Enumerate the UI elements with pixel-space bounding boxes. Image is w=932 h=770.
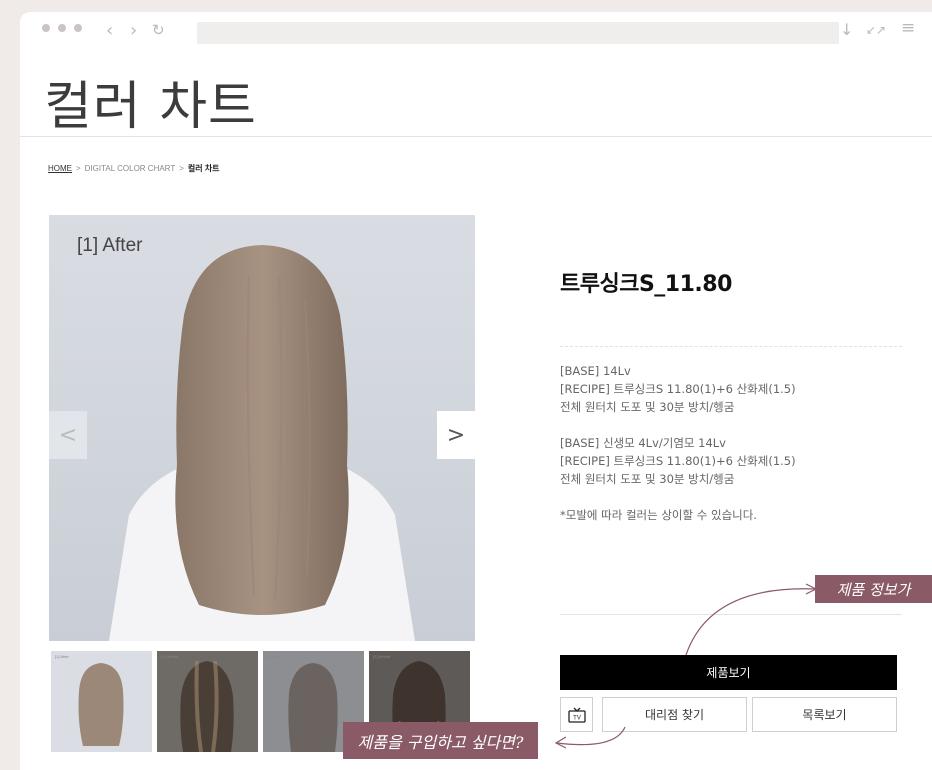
button-divider	[560, 614, 902, 615]
back-arrow-icon[interactable]: ‹	[106, 20, 113, 41]
browser-window: ‹ › ↻ ↓ ↙↗ ≡ 컬러 차트 HOME > DIGITAL COLOR …	[20, 12, 932, 770]
tv-button[interactable]: TV	[560, 697, 593, 732]
thumbnail-image	[78, 663, 124, 746]
description-divider	[560, 346, 902, 347]
recipe-process: 전체 원터치 도포 및 30분 방치/헹굼	[560, 400, 735, 414]
product-name: 트루싱크S_11.80	[560, 272, 732, 297]
recipe-formula: [RECIPE] 트루싱크S 11.80(1)+6 산화제(1.5)	[560, 382, 796, 396]
chevron-left-icon: <	[58, 422, 78, 448]
thumbnail-label: [1] Before	[161, 654, 179, 659]
breadcrumb-separator: >	[76, 164, 81, 173]
find-store-button[interactable]: 대리점 찾기	[602, 697, 747, 732]
thumbnail-label: [2] Before	[373, 654, 391, 659]
page-title: 컬러 차트	[44, 77, 257, 137]
thumbnail-label: [2] After	[267, 654, 281, 659]
chevron-right-icon: >	[446, 422, 466, 448]
svg-text:TV: TV	[573, 715, 581, 721]
thumbnail-image	[180, 660, 234, 752]
list-button[interactable]: 목록보기	[752, 697, 897, 732]
thumbnail[interactable]: [1] After	[51, 651, 152, 752]
prev-slide-button[interactable]: <	[49, 411, 87, 459]
thumbnail-label: [1] After	[55, 654, 69, 659]
recipe-base: [BASE] 신생모 4Lv/기염모 14Lv	[560, 436, 726, 450]
window-dot[interactable]	[74, 24, 82, 32]
tv-icon: TV	[567, 707, 586, 723]
view-product-button[interactable]: 제품보기	[560, 655, 897, 690]
window-dot[interactable]	[58, 24, 66, 32]
recipe-base: [BASE] 14Lv	[560, 364, 631, 378]
breadcrumb-current: 컬러 차트	[187, 164, 220, 173]
download-icon[interactable]: ↓	[840, 20, 853, 39]
window-controls	[42, 24, 82, 32]
breadcrumb-separator: >	[179, 164, 184, 173]
photo-label: [1] After	[77, 235, 143, 256]
menu-icon[interactable]: ≡	[901, 18, 915, 38]
breadcrumb-section[interactable]: DIGITAL COLOR CHART	[85, 164, 176, 173]
product-description: [BASE] 14Lv [RECIPE] 트루싱크S 11.80(1)+6 산화…	[560, 362, 796, 524]
purchase-callout: 제품을 구입하고 싶다면?	[343, 722, 538, 759]
breadcrumb: HOME > DIGITAL COLOR CHART > 컬러 차트	[48, 163, 220, 174]
expand-icon[interactable]: ↙↗	[866, 23, 886, 37]
recipe-formula: [RECIPE] 트루싱크S 11.80(1)+6 산화제(1.5)	[560, 454, 796, 468]
address-bar[interactable]	[197, 22, 839, 44]
forward-arrow-icon[interactable]: ›	[130, 20, 137, 41]
reload-icon[interactable]: ↻	[152, 21, 165, 39]
thumbnail[interactable]: [1] Before	[157, 651, 258, 752]
color-note: *모발에 따라 컬러는 상이할 수 있습니다.	[560, 508, 757, 522]
title-divider	[20, 136, 932, 137]
window-dot[interactable]	[42, 24, 50, 32]
breadcrumb-home[interactable]: HOME	[48, 164, 72, 173]
browser-toolbar: ‹ › ↻ ↓ ↙↗ ≡	[20, 12, 932, 54]
product-info-callout: 제품 정보가	[815, 575, 932, 603]
main-product-photo: [1] After < >	[49, 215, 475, 641]
recipe-process: 전체 원터치 도포 및 30분 방치/헹굼	[560, 472, 735, 486]
hair-photo-illustration	[49, 215, 475, 641]
next-slide-button[interactable]: >	[437, 411, 475, 459]
